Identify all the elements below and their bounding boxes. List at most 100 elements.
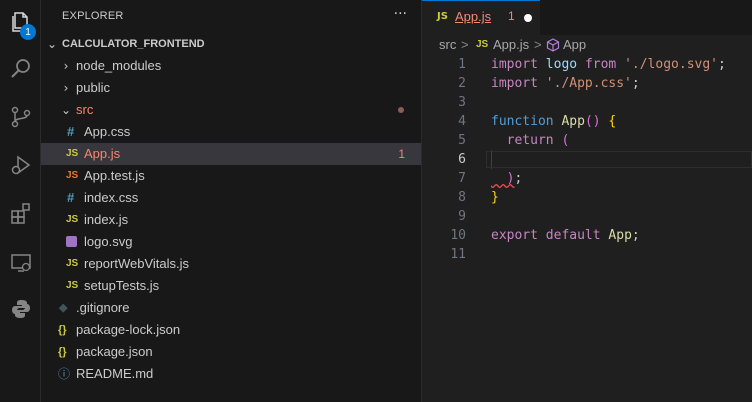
tab-problem-count: 1 bbox=[508, 9, 515, 23]
line-number: 1 bbox=[458, 57, 466, 72]
tree-item-app-css[interactable]: # App.css bbox=[41, 121, 421, 143]
code-line: } bbox=[491, 190, 499, 205]
tree-item-report-web-vitals[interactable]: JS reportWebVitals.js bbox=[41, 253, 421, 275]
remote-explorer-button[interactable] bbox=[0, 243, 41, 283]
run-debug-button[interactable] bbox=[0, 145, 41, 185]
breadcrumb-folder[interactable]: src bbox=[439, 37, 456, 52]
line-number: 5 bbox=[458, 133, 466, 148]
git-file-icon: ◆ bbox=[59, 302, 68, 314]
tree-item-label: setupTests.js bbox=[84, 278, 160, 293]
workspace-root[interactable]: ⌄ CALCULATOR_FRONTEND bbox=[41, 33, 421, 55]
json-file-icon: {} bbox=[58, 346, 67, 358]
remote-explorer-icon bbox=[10, 254, 31, 272]
js-file-icon: JS bbox=[66, 148, 79, 159]
tree-item-app-js[interactable]: JS App.js 1 bbox=[41, 143, 421, 165]
explorer-title: EXPLORER bbox=[62, 10, 124, 22]
code-line: ); bbox=[491, 171, 523, 186]
js-file-icon: JS bbox=[66, 258, 79, 269]
js-file-icon: JS bbox=[66, 280, 79, 291]
explorer-badge: 1 bbox=[20, 24, 36, 40]
chevron-right-icon: > bbox=[534, 37, 542, 52]
python-icon bbox=[11, 300, 30, 318]
line-number: 4 bbox=[458, 114, 466, 129]
search-icon bbox=[10, 59, 30, 78]
workspace-root-label: CALCULATOR_FRONTEND bbox=[62, 38, 205, 50]
tree-item-label: README.md bbox=[76, 366, 154, 381]
tree-item-package-lock[interactable]: {} package-lock.json bbox=[41, 319, 421, 341]
tree-item-label: src bbox=[76, 102, 94, 117]
tree-item-src[interactable]: ⌄ src bbox=[41, 99, 421, 121]
unsaved-dot-icon[interactable] bbox=[524, 14, 532, 22]
breadcrumb-file[interactable]: App.js bbox=[493, 37, 529, 52]
breadcrumb-symbol[interactable]: App bbox=[563, 37, 586, 52]
code-line: export default App; bbox=[491, 228, 640, 243]
explorer-button[interactable]: 1 bbox=[0, 2, 41, 42]
source-control-button[interactable] bbox=[0, 97, 41, 137]
line-number: 2 bbox=[458, 76, 466, 91]
line-number: 11 bbox=[450, 247, 466, 262]
code-line: return ( bbox=[491, 133, 570, 148]
tree-item-label: node_modules bbox=[76, 58, 162, 73]
source-control-icon bbox=[11, 106, 30, 128]
line-number: 9 bbox=[458, 209, 466, 224]
js-file-icon: JS bbox=[437, 11, 448, 22]
chevron-down-icon: ⌄ bbox=[46, 37, 58, 51]
tree-item-setup-tests[interactable]: JS setupTests.js bbox=[41, 275, 421, 297]
tree-item-gitignore[interactable]: ◆ .gitignore bbox=[41, 297, 421, 319]
json-file-icon: {} bbox=[58, 324, 67, 336]
tree-item-label: index.css bbox=[84, 190, 139, 205]
tree-item-readme[interactable]: ⓘ README.md bbox=[41, 363, 421, 385]
tree-item-node-modules[interactable]: › node_modules bbox=[41, 55, 421, 77]
line-number: 10 bbox=[450, 228, 466, 243]
line-number: 7 bbox=[458, 171, 466, 186]
current-line-highlight bbox=[486, 151, 752, 168]
code-line: import './App.css'; bbox=[491, 76, 640, 91]
more-actions-icon[interactable]: ··· bbox=[394, 6, 407, 22]
css-file-icon: # bbox=[67, 124, 75, 139]
editor-tab-bar: JS App.js 1 bbox=[422, 0, 752, 35]
tree-item-label: reportWebVitals.js bbox=[84, 256, 190, 271]
tree-item-label: App.css bbox=[84, 124, 131, 139]
tree-item-label: package.json bbox=[76, 344, 153, 359]
search-button[interactable] bbox=[0, 49, 41, 89]
run-debug-icon bbox=[11, 155, 30, 175]
tree-item-index-css[interactable]: # index.css bbox=[41, 187, 421, 209]
line-number: 8 bbox=[458, 190, 466, 205]
tree-item-label: public bbox=[76, 80, 110, 95]
problem-indicator-dot bbox=[398, 107, 404, 113]
tree-item-app-test-js[interactable]: JS App.test.js bbox=[41, 165, 421, 187]
tree-item-label: package-lock.json bbox=[76, 322, 181, 337]
code-line: function App() { bbox=[491, 114, 617, 129]
chevron-right-icon: > bbox=[461, 37, 469, 52]
js-file-icon: JS bbox=[476, 39, 489, 50]
tree-item-label: .gitignore bbox=[76, 300, 130, 315]
chevron-right-icon: › bbox=[63, 81, 69, 95]
line-number: 6 bbox=[458, 152, 466, 167]
extensions-button[interactable] bbox=[0, 193, 41, 233]
tree-item-label: index.js bbox=[84, 212, 129, 227]
code-line: import logo from './logo.svg'; bbox=[491, 57, 726, 72]
js-file-icon: JS bbox=[66, 170, 79, 181]
breadcrumb: src > JS App.js > App bbox=[422, 35, 752, 55]
css-file-icon: # bbox=[67, 190, 75, 205]
tree-item-index-js[interactable]: JS index.js bbox=[41, 209, 421, 231]
chevron-down-icon: ⌄ bbox=[60, 103, 72, 117]
js-file-icon: JS bbox=[66, 214, 79, 225]
line-number: 3 bbox=[458, 95, 466, 110]
tab-label: App.js bbox=[455, 9, 492, 24]
tree-item-public[interactable]: › public bbox=[41, 77, 421, 99]
python-button[interactable] bbox=[0, 289, 41, 329]
tree-item-label: App.js bbox=[84, 146, 121, 161]
extensions-icon bbox=[10, 203, 30, 224]
tree-item-label: App.test.js bbox=[84, 168, 145, 183]
activity-bar: 1 bbox=[0, 0, 41, 402]
tree-item-logo-svg[interactable]: logo.svg bbox=[41, 231, 421, 253]
explorer-sidebar: EXPLORER ··· ⌄ CALCULATOR_FRONTEND › nod… bbox=[41, 0, 422, 402]
chevron-right-icon: › bbox=[63, 59, 69, 73]
tree-item-label: logo.svg bbox=[84, 234, 133, 249]
problem-count: 1 bbox=[398, 147, 405, 161]
tab-app-js[interactable]: JS App.js 1 bbox=[422, 0, 540, 35]
symbol-method-icon bbox=[546, 38, 560, 55]
tree-item-package-json[interactable]: {} package.json bbox=[41, 341, 421, 363]
editor-area: JS App.js 1 src > JS App.js > App 1 2 3 … bbox=[422, 0, 752, 402]
